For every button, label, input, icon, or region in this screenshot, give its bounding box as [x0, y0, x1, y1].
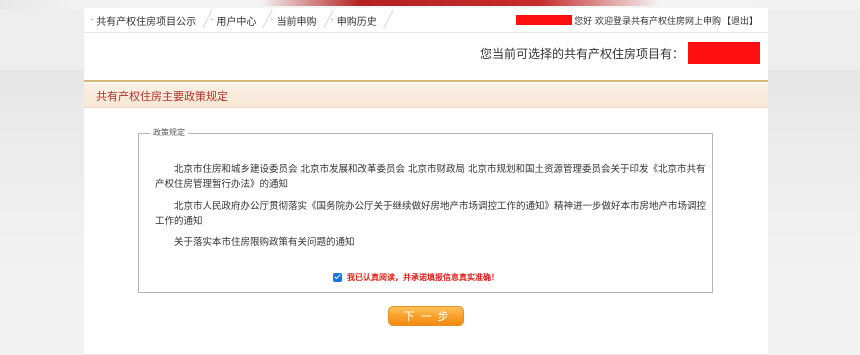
user-welcome: 您好 欢迎登录共有产权住房网上申购 【退出】: [516, 8, 758, 32]
project-count-label: 您当前可选择的共有产权住房项目有：: [479, 46, 684, 61]
redacted-project-count: [688, 42, 760, 64]
welcome-text: 您好 欢迎登录共有产权住房网上申购: [574, 16, 721, 27]
bullet-icon: ·: [330, 14, 334, 26]
policy-fieldset: 政策规定 北京市住房和城乡建设委员会 北京市发展和改革委员会 北京市财政局 北京…: [138, 127, 713, 293]
logout-link[interactable]: 【退出】: [722, 14, 758, 27]
policy-item[interactable]: 北京市住房和城乡建设委员会 北京市发展和改革委员会 北京市财政局 北京市规划和国…: [155, 162, 711, 192]
nav-item-application-history[interactable]: · 申购历史: [330, 9, 394, 28]
policy-item[interactable]: 关于落实本市住房限购政策有关问题的通知: [155, 235, 711, 250]
nav-item-label: 共有产权住房项目公示: [96, 16, 197, 28]
next-step-label: 下一步: [403, 310, 455, 323]
section-header: 共有产权住房主要政策规定: [84, 83, 768, 108]
main-container: · 共有产权住房项目公示 · 用户中心 · 当前申购 · 申购历史 您好 欢迎登…: [84, 8, 768, 355]
redacted-username: [516, 15, 573, 25]
next-step-button[interactable]: 下一步: [388, 306, 464, 326]
banner-red-band: [260, 0, 660, 6]
nav-item-label: 当前申购: [276, 16, 317, 28]
agreement-row[interactable]: 我已认真阅读，并承诺填报信息真实准确！: [333, 272, 499, 283]
nav-separator: [383, 9, 394, 28]
bullet-icon: ·: [90, 14, 94, 26]
agreement-label: 我已认真阅读，并承诺填报信息真实准确！: [347, 273, 499, 282]
top-nav: · 共有产权住房项目公示 · 用户中心 · 当前申购 · 申购历史 您好 欢迎登…: [84, 8, 768, 33]
policy-legend: 政策规定: [150, 127, 188, 138]
nav-item-label: 用户中心: [216, 16, 257, 28]
bullet-icon: ·: [210, 14, 214, 26]
section-title: 共有产权住房主要政策规定: [96, 90, 228, 103]
gold-divider: [84, 80, 768, 82]
nav-item-project-publicity[interactable]: · 共有产权住房项目公示: [90, 9, 213, 28]
nav-item-current-application[interactable]: · 当前申购: [270, 9, 334, 28]
nav-item-label: 申购历史: [336, 16, 377, 28]
bullet-icon: ·: [270, 14, 274, 26]
nav-item-user-center[interactable]: · 用户中心: [210, 9, 274, 28]
project-count-row: 您当前可选择的共有产权住房项目有：: [480, 42, 760, 64]
page-background-left: [0, 70, 84, 355]
agreement-checkbox[interactable]: [333, 273, 342, 282]
page-background-right: [768, 70, 860, 355]
nav-links: · 共有产权住房项目公示 · 用户中心 · 当前申购 · 申购历史: [90, 8, 394, 32]
policy-item[interactable]: 北京市人民政府办公厅贯彻落实《国务院办公厅关于继续做好房地产市场调控工作的通知》…: [155, 199, 711, 229]
